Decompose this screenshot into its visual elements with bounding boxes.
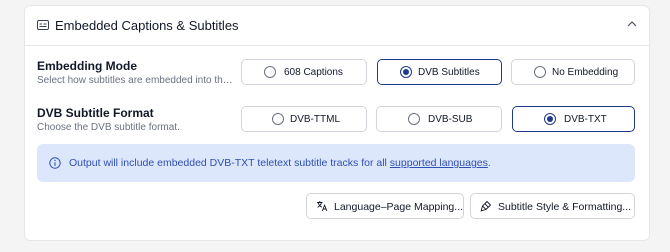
- translate-icon: [317, 201, 328, 212]
- option-label: No Embedding: [552, 67, 619, 78]
- captions-icon: [37, 20, 49, 30]
- language-page-mapping-button[interactable]: Language–Page Mapping...: [306, 193, 464, 219]
- info-icon: [49, 157, 61, 169]
- info-suffix: .: [487, 157, 491, 169]
- dvb-format-label: DVB Subtitle Format: [37, 106, 154, 120]
- radio-no-embedding[interactable]: [534, 66, 546, 78]
- radio-dvb-subtitles[interactable]: [400, 66, 412, 78]
- radio-dvb-txt[interactable]: [544, 113, 556, 125]
- subtitle-style-formatting-button[interactable]: Subtitle Style & Formatting...: [470, 193, 635, 219]
- button-label: Subtitle Style & Formatting...: [498, 201, 632, 213]
- paint-brush-icon: [480, 200, 492, 212]
- dvb-format-description: Choose the DVB subtitle format.: [37, 122, 180, 133]
- option-dvb-sub[interactable]: DVB-SUB: [376, 106, 502, 132]
- supported-languages-link[interactable]: supported languages: [390, 157, 488, 169]
- option-label: DVB-TTML: [290, 114, 340, 125]
- option-label: DVB-TXT: [564, 114, 607, 125]
- panel-title: Embedded Captions & Subtitles: [55, 18, 239, 33]
- chevron-up-icon[interactable]: [627, 21, 637, 27]
- option-dvb-txt[interactable]: DVB-TXT: [512, 106, 635, 132]
- option-608-captions[interactable]: 608 Captions: [241, 59, 367, 85]
- info-text: Output will include embedded DVB-TXT tel…: [69, 157, 491, 169]
- option-dvb-subtitles[interactable]: DVB Subtitles: [377, 59, 502, 85]
- embedding-mode-description: Select how subtitles are embedded into t…: [37, 75, 233, 86]
- panel-header[interactable]: Embedded Captions & Subtitles: [25, 6, 649, 46]
- option-label: DVB Subtitles: [418, 67, 480, 78]
- info-banner: Output will include embedded DVB-TXT tel…: [37, 144, 635, 182]
- radio-dvb-ttml[interactable]: [272, 113, 284, 125]
- captions-subtitles-panel: Embedded Captions & Subtitles Embedding …: [24, 5, 650, 241]
- option-dvb-ttml[interactable]: DVB-TTML: [241, 106, 367, 132]
- option-label: 608 Captions: [284, 67, 343, 78]
- radio-dvb-sub[interactable]: [408, 113, 420, 125]
- option-label: DVB-SUB: [428, 114, 473, 125]
- button-label: Language–Page Mapping...: [334, 201, 464, 213]
- embedding-mode-label: Embedding Mode: [37, 59, 137, 73]
- info-message: Output will include embedded DVB-TXT tel…: [69, 157, 390, 169]
- radio-608-captions[interactable]: [264, 66, 276, 78]
- option-no-embedding[interactable]: No Embedding: [511, 59, 635, 85]
